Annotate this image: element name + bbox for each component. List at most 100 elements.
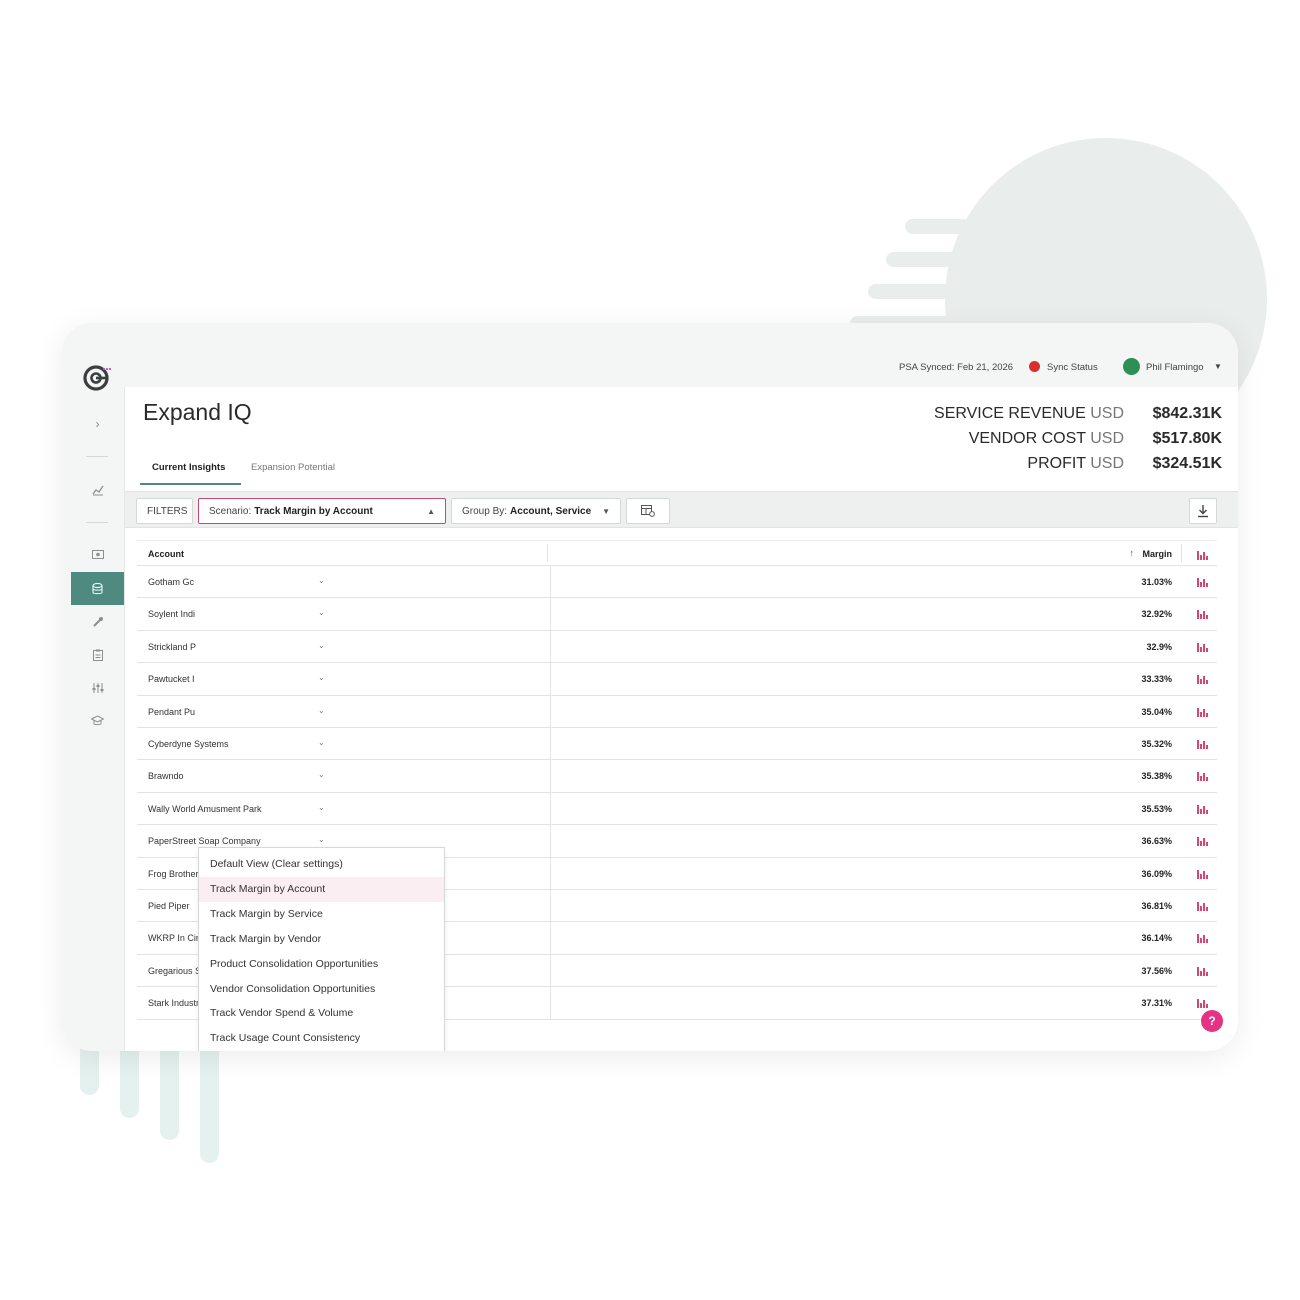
bar-chart-icon[interactable] [1197, 609, 1209, 620]
rail-divider [86, 522, 108, 523]
scenario-option[interactable]: Track Margin by Account [199, 876, 444, 902]
caret-up-icon: ▲ [427, 506, 435, 516]
toolbar: FILTERS Scenario: Track Margin by Account… [125, 491, 1238, 528]
chevron-down-icon[interactable]: ⌄ [318, 641, 325, 650]
margin-value: 37.56% [1141, 965, 1172, 976]
chevron-down-icon[interactable]: ⌄ [318, 738, 325, 747]
graduation-cap-icon[interactable] [71, 704, 124, 737]
scenario-option[interactable]: Track Vendor Spend & Volume [199, 1001, 444, 1026]
tools-icon[interactable] [71, 605, 124, 638]
bar-chart-icon[interactable] [1197, 577, 1209, 587]
table-row[interactable]: Gotham Gc ⌄ 31.03% [137, 566, 1217, 599]
account-name[interactable]: Pied Piper [148, 901, 190, 911]
scenario-option[interactable]: Track Usage Count Consistency [199, 1026, 444, 1051]
margin-value: 36.81% [1141, 901, 1172, 911]
scenario-option[interactable]: Product Consolidation Opportunities [199, 952, 444, 977]
scenario-option[interactable]: Track Margin by Vendor [199, 927, 444, 952]
sliders-icon[interactable] [71, 671, 124, 704]
bar-chart-icon[interactable] [1197, 836, 1209, 847]
service-revenue-value: $842.31K [1152, 405, 1222, 422]
table-header: Account ↑ Margin [137, 540, 1217, 566]
user-name[interactable]: Phil Flamingo [1146, 362, 1204, 373]
table-row[interactable]: Strickland P ⌄ 32.9% [137, 631, 1217, 664]
margin-value: 37.31% [1141, 998, 1172, 1009]
table-row[interactable]: Pendant Pu ⌄ 35.04% [137, 696, 1217, 728]
bar-chart-icon[interactable] [1197, 804, 1209, 814]
bar-chart-icon[interactable] [1197, 550, 1209, 560]
table-row[interactable]: Wally World Amusment Park ⌄ 35.53% [137, 793, 1217, 826]
clipboard-icon[interactable] [71, 638, 124, 671]
scenario-dropdown-menu: Default View (Clear settings) Track Margi… [198, 847, 445, 1051]
account-name[interactable]: Brawndo [148, 771, 184, 781]
vendor-cost-value: $517.80K [1152, 430, 1222, 447]
bar-chart-icon[interactable] [1197, 869, 1209, 879]
logo-icon[interactable] [82, 363, 112, 393]
account-name[interactable]: Soylent Indi [148, 609, 195, 619]
analytics-icon[interactable] [71, 473, 124, 506]
account-name[interactable]: Wally World Amusment Park [148, 804, 262, 814]
scenario-select[interactable]: Scenario: Track Margin by Account ▲ [198, 498, 446, 524]
background-drip [160, 1040, 179, 1140]
chevron-down-icon[interactable]: ⌄ [318, 608, 325, 617]
chevron-down-icon[interactable]: ⌄ [318, 673, 325, 682]
background-drip [200, 1040, 219, 1163]
user-menu-caret-icon[interactable]: ▼ [1214, 362, 1222, 371]
bar-chart-icon[interactable] [1197, 642, 1209, 652]
filters-button[interactable]: FILTERS [136, 498, 193, 524]
background-bar [886, 252, 1124, 267]
margin-value: 32.9% [1146, 641, 1172, 652]
top-status-bar: PSA Synced: Feb 21, 2026 Sync Status Phi… [124, 353, 1238, 385]
group-by-select[interactable]: Group By: Account, Service ▼ [451, 498, 621, 524]
tab-current-insights[interactable]: Current Insights [152, 462, 225, 484]
tab-expansion-potential[interactable]: Expansion Potential [251, 462, 335, 484]
column-divider [1181, 544, 1182, 562]
chevron-down-icon[interactable]: ⌄ [318, 835, 325, 844]
chevron-down-icon[interactable]: ⌄ [318, 803, 325, 812]
margin-value: 36.09% [1141, 868, 1172, 879]
margin-value: 35.38% [1141, 771, 1172, 782]
scenario-option[interactable]: Default View (Clear settings) [199, 852, 444, 877]
scenario-option[interactable]: Vendor Consolidation Opportunities [199, 977, 444, 1002]
bar-chart-icon[interactable] [1197, 674, 1209, 685]
avatar[interactable] [1123, 358, 1140, 375]
bar-chart-icon[interactable] [1197, 739, 1209, 749]
sync-status-link[interactable]: Sync Status [1047, 362, 1098, 373]
active-tab-indicator [140, 483, 241, 485]
bar-chart-icon[interactable] [1197, 933, 1209, 944]
account-column-header[interactable]: Account [148, 549, 184, 559]
sort-ascending-icon[interactable]: ↑ [1130, 548, 1135, 558]
app-window: › PSA Synced: Feb 21, 2026 Sync Status P… [62, 323, 1238, 1051]
account-name[interactable]: Cyberdyne Systems [148, 739, 229, 749]
account-name[interactable]: Gotham Gc [148, 577, 194, 587]
database-icon[interactable] [71, 572, 124, 605]
download-icon[interactable] [1189, 498, 1217, 524]
margin-value: 31.03% [1141, 577, 1172, 587]
account-name[interactable]: Pendant Pu [148, 707, 195, 717]
scenario-option[interactable]: Track Margin by Service [199, 902, 444, 927]
chevron-down-icon[interactable]: ⌄ [318, 770, 325, 779]
money-icon[interactable] [71, 538, 124, 571]
background-bar [868, 284, 1106, 299]
chevron-down-icon[interactable]: ⌄ [318, 576, 325, 585]
margin-value: 36.63% [1141, 836, 1172, 847]
table-settings-icon[interactable] [626, 498, 670, 524]
bar-chart-icon[interactable] [1197, 771, 1209, 782]
account-name[interactable]: Strickland P [148, 642, 196, 652]
chevron-down-icon[interactable]: ⌄ [318, 706, 325, 715]
expand-chevron-icon[interactable]: › [71, 407, 124, 440]
margin-value: 35.53% [1141, 803, 1172, 814]
table-row[interactable]: Soylent Indi ⌄ 32.92% [137, 598, 1217, 631]
profit-value: $324.51K [1152, 455, 1222, 472]
table-row[interactable]: Brawndo ⌄ 35.38% [137, 760, 1217, 793]
margin-value: 35.04% [1141, 706, 1172, 717]
table-row[interactable]: Cyberdyne Systems ⌄ 35.32% [137, 728, 1217, 761]
margin-column-header[interactable]: Margin [1142, 549, 1172, 559]
account-name[interactable]: Pawtucket I [148, 674, 195, 684]
table-row[interactable]: Pawtucket I ⌄ 33.33% [137, 663, 1217, 696]
bar-chart-icon[interactable] [1197, 707, 1209, 717]
bar-chart-icon[interactable] [1197, 966, 1209, 976]
account-name[interactable]: PaperStreet Soap Company [148, 836, 261, 846]
bar-chart-icon[interactable] [1197, 998, 1209, 1009]
help-button[interactable]: ? [1201, 1010, 1223, 1032]
bar-chart-icon[interactable] [1197, 901, 1209, 911]
